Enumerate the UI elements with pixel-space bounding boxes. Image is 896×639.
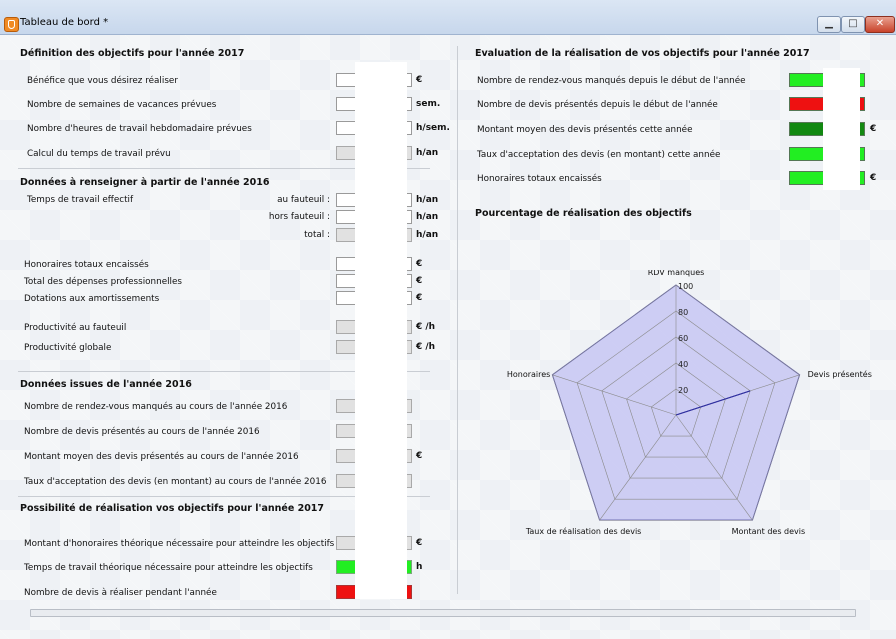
row-label: Temps de travail théorique nécessaire po… xyxy=(24,563,313,573)
row-label: Total des dépenses professionnelles xyxy=(24,277,182,287)
unit-label: sem. xyxy=(416,99,441,109)
row-label: Dotations aux amortissements xyxy=(24,294,160,304)
unit-label: € xyxy=(416,259,423,269)
row-label: Bénéfice que vous désirez réaliser xyxy=(27,76,178,86)
unit-label: h/an xyxy=(416,212,439,222)
app-icon xyxy=(4,17,19,32)
radar-tick-label: 20 xyxy=(678,386,688,395)
unit-label: h/an xyxy=(416,148,439,158)
radar-chart: 20 40 60 80 100 RDV manqués Devis présentés Mon… xyxy=(507,270,872,536)
row-label: Nombre de semaines de vacances prévues xyxy=(27,100,217,110)
row-label: Honoraires totaux encaissés xyxy=(477,174,602,184)
unit-label: h/an xyxy=(416,195,439,205)
redaction-bar-right xyxy=(823,68,860,190)
column-divider xyxy=(457,46,458,594)
chart-title: Pourcentage de réalisation des objectifs xyxy=(475,208,692,219)
unit-label: € /h xyxy=(416,342,436,352)
radar-axis-label: Montant des devis xyxy=(732,527,806,536)
title-bar: Tableau de bord * ▁ □ ✕ xyxy=(0,0,896,35)
radar-tick-label: 100 xyxy=(678,282,693,291)
bottom-scrollbar[interactable] xyxy=(30,609,856,617)
radar-tick-label: 40 xyxy=(678,360,688,369)
unit-label: € xyxy=(870,173,877,183)
window-title: Tableau de bord * xyxy=(20,17,109,28)
row-label: Nombre d'heures de travail hebdomadaire … xyxy=(27,124,252,134)
unit-label: € xyxy=(416,451,423,461)
unit-label: h xyxy=(416,562,423,572)
row-label: Taux d'acceptation des devis (en montant… xyxy=(477,150,721,160)
work-time-label: Temps de travail effectif xyxy=(27,195,134,205)
unit-label: € xyxy=(416,276,423,286)
row-label: Nombre de devis à réaliser pendant l'ann… xyxy=(24,588,217,598)
row-label: Productivité globale xyxy=(24,343,112,353)
row-label: Calcul du temps de travail prévu xyxy=(27,149,171,159)
section-title-evaluation: Evaluation de la réalisation de vos obje… xyxy=(475,48,810,59)
chair-time-label: au fauteuil : xyxy=(277,195,330,205)
maximize-button[interactable]: □ xyxy=(841,16,865,33)
row-label: Montant moyen des devis présentés cette … xyxy=(477,125,693,135)
row-label: Taux d'acceptation des devis (en montant… xyxy=(24,477,327,487)
row-label: Nombre de devis présentés depuis le débu… xyxy=(477,100,718,110)
redaction-bar xyxy=(355,62,407,599)
unit-label: € xyxy=(416,538,423,548)
row-label: Productivité au fauteuil xyxy=(24,323,127,333)
row-label: Honoraires totaux encaissés xyxy=(24,260,149,270)
radar-axis-label: Honoraires xyxy=(507,370,551,379)
radar-axis-label: Devis présentés xyxy=(808,369,872,379)
close-button[interactable]: ✕ xyxy=(865,16,895,33)
unit-label: € /h xyxy=(416,322,436,332)
unit-label: € xyxy=(416,293,423,303)
total-time-label: total : xyxy=(304,230,330,240)
row-label: Montant moyen des devis présentés au cou… xyxy=(24,452,299,462)
radar-tick-label: 60 xyxy=(678,334,688,343)
maximize-icon: □ xyxy=(848,18,858,29)
unit-label: € xyxy=(870,124,877,134)
minimize-button[interactable]: ▁ xyxy=(817,16,841,33)
row-label: Montant d'honoraires théorique nécessair… xyxy=(24,539,335,549)
close-icon: ✕ xyxy=(875,18,885,29)
row-label: Nombre de rendez-vous manqués depuis le … xyxy=(477,76,746,86)
dashboard-window: Tableau de bord * ▁ □ ✕ Définition des o… xyxy=(0,0,896,639)
section-title-feasibility: Possibilité de réalisation vos objectifs… xyxy=(20,503,325,514)
section-title-objectives: Définition des objectifs pour l'année 20… xyxy=(20,48,245,59)
minimize-icon: ▁ xyxy=(825,18,833,29)
unit-label: h/an xyxy=(416,230,439,240)
radar-axis-label: Taux de réalisation des devis xyxy=(525,526,642,536)
unit-label: h/sem. xyxy=(416,123,450,133)
section-title-2016-data: Données à renseigner à partir de l'année… xyxy=(20,177,270,188)
row-label: Nombre de devis présentés au cours de l'… xyxy=(24,427,260,437)
radar-axis-label: RDV manqués xyxy=(648,270,705,277)
unit-label: € xyxy=(416,75,423,85)
radar-tick-label: 80 xyxy=(678,308,688,317)
off-chair-time-label: hors fauteuil : xyxy=(268,212,330,222)
section-title-2016-results: Données issues de l'année 2016 xyxy=(20,379,192,390)
row-label: Nombre de rendez-vous manqués au cours d… xyxy=(24,402,288,412)
